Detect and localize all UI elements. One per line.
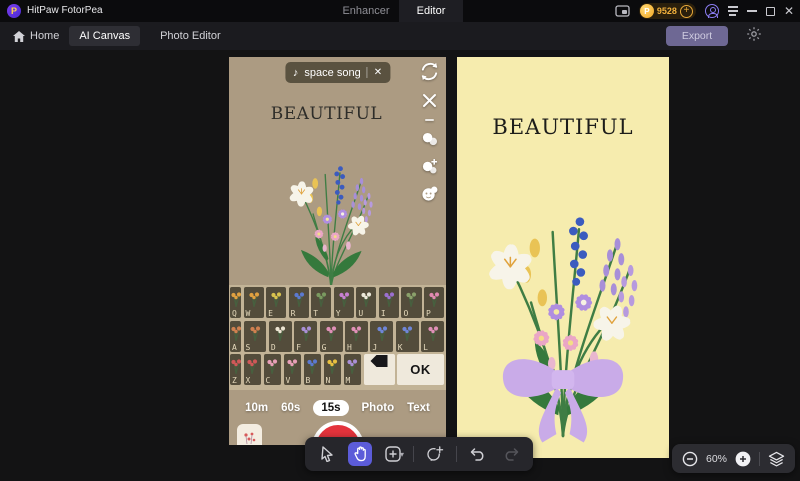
- nav-bar: Home AI Canvas Photo Editor Export: [0, 22, 800, 50]
- nav-tab-photo-editor[interactable]: Photo Editor: [150, 26, 231, 46]
- account-icon[interactable]: [704, 4, 719, 18]
- keyboard-key-m[interactable]: M: [343, 354, 361, 385]
- music-note-icon: ♪: [292, 66, 299, 79]
- keyboard-key-j[interactable]: J: [370, 320, 394, 352]
- keyboard-key-z[interactable]: Z: [230, 354, 241, 385]
- keyboard-key-f[interactable]: F: [294, 320, 318, 352]
- editor-canvas[interactable]: ♪ space song ✕ BEAUTIFUL Q W E R T Y U I…: [0, 50, 800, 481]
- camera-mode-selector: 10m 60s 15s Photo Text: [229, 400, 446, 416]
- keyboard-key-w[interactable]: W: [243, 287, 264, 318]
- music-tag-label: space song: [304, 66, 361, 79]
- app-logo-icon: P: [7, 4, 21, 18]
- effects-circles-plus-icon[interactable]: [421, 158, 438, 174]
- keyboard-key-v[interactable]: V: [283, 354, 301, 385]
- keyboard-key-u[interactable]: U: [356, 287, 377, 318]
- zoom-control: 60%: [672, 444, 796, 473]
- keyboard-row: Z X C V B N M OK: [230, 354, 444, 385]
- filters-circles-icon[interactable]: [421, 132, 438, 147]
- keyboard-key-n[interactable]: N: [323, 354, 341, 385]
- keyboard-key-d[interactable]: D: [268, 320, 292, 352]
- keyboard-key-e[interactable]: E: [266, 287, 287, 318]
- mini-window-icon[interactable]: [615, 5, 630, 17]
- backspace-key[interactable]: [363, 354, 395, 385]
- nav-tab-ai-canvas[interactable]: AI Canvas: [69, 26, 141, 46]
- camera-mode-60s[interactable]: 60s: [281, 402, 300, 414]
- canvas-toolbar: ▾: [305, 437, 534, 471]
- nav-home-label: Home: [30, 30, 60, 42]
- coin-plus-icon[interactable]: +: [679, 4, 693, 18]
- maximize-icon[interactable]: [765, 6, 775, 16]
- home-icon: [13, 30, 25, 42]
- keyboard-key-b[interactable]: B: [303, 354, 321, 385]
- coin-count: 9528: [656, 6, 677, 16]
- camera-mode-15s[interactable]: 15s: [313, 400, 349, 416]
- camera-mode-photo[interactable]: Photo: [362, 402, 395, 414]
- keyboard-key-o[interactable]: O: [401, 287, 422, 318]
- keyboard-key-x[interactable]: X: [243, 354, 261, 385]
- app-title: HitPaw FotorPea: [27, 5, 103, 16]
- keyboard-key-i[interactable]: I: [378, 287, 399, 318]
- image-caption: BEAUTIFUL: [270, 104, 383, 124]
- music-tag[interactable]: ♪ space song ✕: [284, 62, 391, 83]
- keyboard-row: Q W E R T Y U I O P: [230, 287, 445, 318]
- keyboard-key-q[interactable]: Q: [230, 287, 241, 318]
- layers-icon[interactable]: [768, 451, 785, 467]
- effects-thumbnail[interactable]: [237, 424, 262, 445]
- annotate-plus-icon[interactable]: [423, 442, 447, 466]
- tab-enhancer[interactable]: Enhancer: [335, 0, 397, 22]
- flower-bouquet-illustration: [287, 165, 374, 290]
- keyboard-key-s[interactable]: S: [243, 320, 267, 352]
- toolbar-divider: [456, 446, 458, 462]
- app-window: P HitPaw FotorPea Enhancer Editor P 9528…: [0, 0, 800, 481]
- title-bar: P HitPaw FotorPea Enhancer Editor P 9528…: [0, 0, 800, 22]
- result-image[interactable]: BEAUTIFUL: [457, 57, 669, 458]
- keyboard-row: A S D F G H J K L: [230, 320, 444, 352]
- coin-balance[interactable]: P 9528 +: [638, 3, 696, 19]
- tab-editor[interactable]: Editor: [399, 0, 463, 22]
- divider-dash: [424, 119, 434, 121]
- source-image[interactable]: ♪ space song ✕ BEAUTIFUL Q W E R T Y U I…: [229, 57, 446, 445]
- toolbar-divider: [413, 446, 415, 462]
- backspace-arrow-icon: [370, 355, 388, 367]
- keyboard-key-r[interactable]: R: [288, 287, 309, 318]
- nav-home[interactable]: Home: [13, 30, 59, 42]
- zoom-in-icon[interactable]: [735, 451, 751, 467]
- camera-mode-10m[interactable]: 10m: [245, 402, 268, 414]
- keyboard-key-y[interactable]: Y: [333, 287, 354, 318]
- zoom-out-icon[interactable]: [682, 451, 698, 467]
- menu-icon[interactable]: [727, 6, 738, 16]
- music-tag-close-icon[interactable]: ✕: [374, 67, 382, 78]
- flower-keyboard[interactable]: Q W E R T Y U I O P A S D F G H J K L Z …: [229, 285, 446, 390]
- keyboard-key-t[interactable]: T: [311, 287, 332, 318]
- image-caption: BEAUTIFUL: [492, 115, 634, 139]
- minimize-icon[interactable]: [746, 10, 757, 12]
- zoom-level: 60%: [706, 452, 728, 465]
- flip-camera-icon[interactable]: [419, 61, 440, 82]
- emoji-smiley-icon[interactable]: [421, 185, 438, 202]
- keyboard-key-k[interactable]: K: [395, 320, 419, 352]
- hand-pan-icon[interactable]: [348, 442, 372, 466]
- chevron-down-icon[interactable]: ▾: [400, 450, 404, 459]
- keyboard-key-l[interactable]: L: [421, 320, 444, 352]
- keyboard-key-c[interactable]: C: [263, 354, 281, 385]
- select-arrow-icon[interactable]: [315, 442, 339, 466]
- redo-icon[interactable]: [499, 442, 523, 466]
- keyboard-key-p[interactable]: P: [424, 287, 445, 318]
- camera-mode-text[interactable]: Text: [407, 402, 430, 414]
- flower-bouquet-with-bow-illustration: [485, 216, 639, 443]
- ok-key[interactable]: OK: [397, 354, 444, 385]
- close-icon[interactable]: ✕: [784, 5, 794, 17]
- undo-icon[interactable]: [466, 442, 490, 466]
- zoom-divider: [759, 451, 761, 466]
- camera-controls: [417, 61, 441, 202]
- keyboard-key-g[interactable]: G: [319, 320, 343, 352]
- coin-icon: P: [639, 4, 654, 18]
- keyboard-key-a[interactable]: A: [230, 320, 241, 352]
- export-button[interactable]: Export: [666, 26, 728, 46]
- keyboard-key-h[interactable]: H: [345, 320, 368, 352]
- gear-icon[interactable]: [746, 26, 762, 47]
